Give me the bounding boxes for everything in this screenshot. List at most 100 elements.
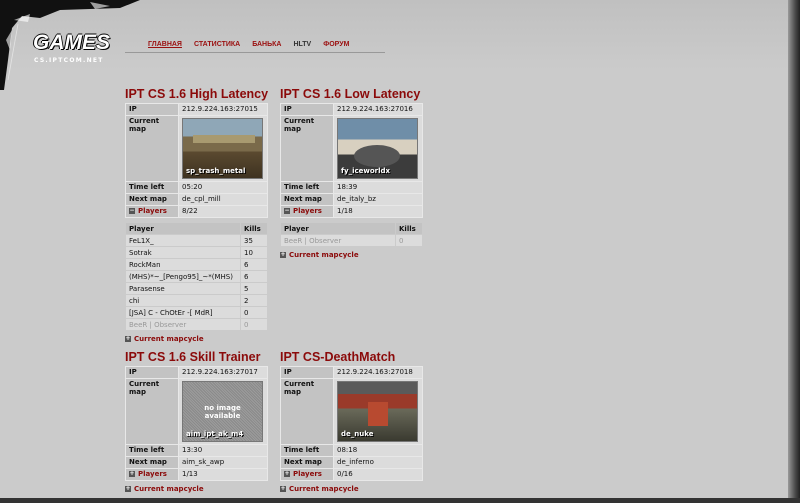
available-text: available (204, 411, 241, 420)
players-link[interactable]: Players (293, 470, 322, 478)
player-name: BeeR | Observer (126, 319, 240, 330)
site-logo[interactable]: GAMES (33, 31, 110, 55)
map-preview-cell: de_nuke (334, 379, 422, 444)
nav-stats[interactable]: СТАТИСТИКА (194, 41, 240, 48)
player-name: BeeR | Observer (281, 235, 395, 246)
players-link[interactable]: Players (293, 207, 322, 215)
map-name-overlay: fy_iceworldx (341, 167, 391, 175)
mapcycle-label[interactable]: Current mapcycle (289, 485, 359, 493)
players-toggle[interactable]: − Players (126, 206, 178, 217)
table-row: [JSA] C - ChOtEr -[ MdR] 0 (126, 307, 267, 318)
player-kills: 35 (241, 235, 267, 246)
server-card-low-latency: IPT CS 1.6 Low Latency IP 212.9.224.163:2… (280, 87, 424, 259)
server-card-deathmatch: IPT CS-DeathMatch IP 212.9.224.163:27018 … (280, 350, 424, 493)
players-toggle[interactable]: − Players (281, 206, 333, 217)
player-name: Sotrak (126, 247, 240, 258)
map-name-overlay: aim_ipt_ak_m4 (186, 430, 244, 438)
player-col-header: Player (126, 223, 240, 234)
server-card-high-latency: IPT CS 1.6 High Latency IP 212.9.224.163:… (125, 87, 269, 343)
current-map-label: Current map (126, 379, 178, 444)
next-map-value: de_italy_bz (334, 194, 422, 205)
nav-banka[interactable]: БАНЬКА (252, 41, 281, 48)
expand-icon: + (280, 485, 286, 492)
mapcycle-link[interactable]: + Current mapcycle (280, 485, 424, 493)
kills-col-header: Kills (396, 223, 422, 234)
next-map-label: Next map (281, 457, 333, 468)
next-map-label: Next map (126, 457, 178, 468)
map-preview-cell: fy_iceworldx (334, 116, 422, 181)
server-info-table: IP 212.9.224.163:27015 Current map sp_tra… (125, 103, 268, 218)
nav-home[interactable]: ГЛАВНАЯ (148, 41, 182, 48)
time-left-label: Time left (281, 182, 333, 193)
map-preview-image: no image available aim_ipt_ak_m4 (182, 381, 263, 442)
map-scene-door (368, 402, 388, 426)
mapcycle-link[interactable]: + Current mapcycle (125, 485, 269, 493)
expand-icon: + (125, 335, 131, 342)
server-info-table: IP 212.9.224.163:27018 Current map de_nuk… (280, 366, 423, 481)
player-kills: 0 (241, 307, 267, 318)
main-nav: ГЛАВНАЯ СТАТИСТИКА БАНЬКА HLTV ФОРУМ (148, 41, 349, 48)
expand-icon: + (280, 251, 286, 258)
next-map-value: de_cpl_mill (179, 194, 267, 205)
map-preview-image: sp_trash_metal (182, 118, 263, 179)
table-row: (MHS)*~_[Pengo95]_~*(MHS) 6 (126, 271, 267, 282)
current-map-label: Current map (281, 116, 333, 181)
next-map-label: Next map (281, 194, 333, 205)
expand-icon: + (125, 485, 131, 492)
time-left-value: 18:39 (334, 182, 422, 193)
next-map-value: aim_sk_awp (179, 457, 267, 468)
mapcycle-label[interactable]: Current mapcycle (134, 485, 204, 493)
expand-icon: + (129, 470, 135, 477)
nav-forum[interactable]: ФОРУМ (323, 41, 349, 48)
player-kills: 5 (241, 283, 267, 294)
server-title: IPT CS-DeathMatch (280, 350, 396, 364)
ip-value: 212.9.224.163:27015 (179, 104, 267, 115)
next-map-value: de_inferno (334, 457, 422, 468)
players-toggle[interactable]: + Players (281, 469, 333, 480)
map-scene-wall (193, 135, 255, 143)
server-title: IPT CS 1.6 Low Latency (280, 87, 421, 101)
expand-icon: + (284, 470, 290, 477)
nav-hltv[interactable]: HLTV (293, 41, 311, 48)
mapcycle-label[interactable]: Current mapcycle (289, 251, 359, 259)
map-name-overlay: de_nuke (341, 430, 374, 438)
site-subtitle: CS.IPTCOM.NET (34, 57, 104, 64)
player-list-table: Player Kills BeeR | Observer 0 (280, 222, 423, 247)
no-image-text: no image (204, 403, 241, 412)
window-frame-right (788, 0, 800, 503)
time-left-value: 05:20 (179, 182, 267, 193)
table-row: Parasense 5 (126, 283, 267, 294)
map-preview-image: de_nuke (337, 381, 418, 442)
players-count: 1/18 (334, 206, 422, 217)
players-link[interactable]: Players (138, 470, 167, 478)
player-kills: 10 (241, 247, 267, 258)
map-preview-image: fy_iceworldx (337, 118, 418, 179)
nav-divider (125, 52, 385, 53)
collapse-icon: − (129, 207, 135, 214)
player-name: Parasense (126, 283, 240, 294)
time-left-label: Time left (126, 182, 178, 193)
collapse-icon: − (284, 207, 290, 214)
ip-label: IP (126, 104, 178, 115)
mapcycle-link[interactable]: + Current mapcycle (125, 335, 269, 343)
mapcycle-label[interactable]: Current mapcycle (134, 335, 204, 343)
player-kills: 6 (241, 271, 267, 282)
player-name: RockMan (126, 259, 240, 270)
table-row: Sotrak 10 (126, 247, 267, 258)
table-row: FeL1X_ 35 (126, 235, 267, 246)
kills-col-header: Kills (241, 223, 267, 234)
map-preview-cell: sp_trash_metal (179, 116, 267, 181)
player-col-header: Player (281, 223, 395, 234)
map-name-overlay: sp_trash_metal (186, 167, 246, 175)
mapcycle-link[interactable]: + Current mapcycle (280, 251, 424, 259)
ip-label: IP (126, 367, 178, 378)
players-link[interactable]: Players (138, 207, 167, 215)
player-name: (MHS)*~_[Pengo95]_~*(MHS) (126, 271, 240, 282)
players-toggle[interactable]: + Players (126, 469, 178, 480)
table-row: BeeR | Observer 0 (281, 235, 422, 246)
player-name: chi (126, 295, 240, 306)
players-count: 1/13 (179, 469, 267, 480)
server-info-table: IP 212.9.224.163:27017 Current map no ima… (125, 366, 268, 481)
player-name: FeL1X_ (126, 235, 240, 246)
table-row: BeeR | Observer 0 (126, 319, 267, 330)
